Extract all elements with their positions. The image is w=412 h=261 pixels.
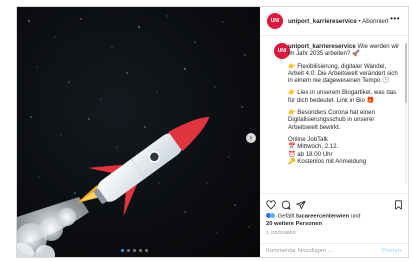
rocket-illustration (17, 15, 250, 257)
caption-paragraph: Online JobTalk 📅 Mittwoch, 2.12. ⏰ ab 18… (288, 136, 402, 165)
rocket (88, 116, 210, 217)
carousel-dot (127, 249, 130, 252)
account-name[interactable]: uniport_karriereservice (288, 18, 357, 25)
caption-text: uniport_karriereservice Wie werden wir i… (288, 43, 402, 170)
caption-account[interactable]: uniport_karriereservice (288, 43, 356, 50)
caption-line: ⏰ ab 18.00 Uhr (288, 150, 333, 158)
avatar-logo: UNI (277, 48, 287, 54)
like-heart-icon[interactable] (266, 200, 276, 210)
stars (28, 15, 250, 234)
comment-bar: Posten (260, 243, 408, 257)
post-image[interactable]: › (17, 7, 260, 257)
avatar-logo: UNI (270, 18, 280, 24)
follow-status[interactable]: Abonniert (362, 18, 389, 25)
chevron-right-icon: › (249, 133, 253, 142)
post-header-text: uniport_karriereservice • Abonniert (288, 18, 389, 25)
avatar[interactable]: UNI (267, 13, 283, 29)
post-timestamp[interactable]: 1. Dezember (266, 230, 296, 235)
likes-and: und (350, 213, 361, 220)
carousel-dot (145, 249, 148, 252)
caption-scrollbar[interactable] (405, 43, 407, 183)
more-options-icon[interactable]: ••• (390, 14, 400, 23)
caption-intro: uniport_karriereservice Wie werden wir i… (288, 43, 402, 58)
carousel-dot (121, 249, 124, 252)
comment-bubble-icon[interactable] (281, 200, 291, 210)
likes-prefix: Gefällt (277, 213, 295, 220)
post-sidebar: UNI uniport_karriereservice • Abonniert … (260, 7, 408, 257)
caption-area: UNI uniport_karriereservice Wie werden w… (260, 43, 408, 191)
carousel-dot (133, 249, 136, 252)
caption-paragraph: 👉 Besonders Corona hat einen Digitalisie… (288, 109, 375, 131)
carousel-dot (139, 249, 142, 252)
bookmark-icon[interactable] (394, 200, 403, 210)
action-bar (260, 193, 408, 214)
likes-others[interactable]: 20 weitere Personen (266, 221, 322, 227)
post-comment-button[interactable]: Posten (382, 248, 401, 254)
share-paper-plane-icon[interactable] (296, 200, 306, 210)
scrollbar-thumb[interactable] (405, 43, 407, 103)
caption-line: 🔑 Kostenlos mit Anmeldung (288, 157, 367, 165)
next-slide-button[interactable]: › (246, 133, 256, 143)
liker-name[interactable]: tucareercenterwien (296, 214, 349, 220)
comment-input[interactable] (266, 248, 376, 254)
post-header: UNI uniport_karriereservice • Abonniert … (260, 7, 408, 36)
caption-paragraph: 👉 Flexibilisierung, digitaler Wandel, Ar… (288, 62, 398, 85)
liker-avatar (270, 213, 275, 218)
caption-line: Online JobTalk (288, 135, 328, 143)
likes-summary: Gefällt tucareercenterwien und 20 weiter… (266, 213, 406, 228)
caption-paragraph: 👉 Lies in unserem Blogartikel, was das f… (288, 89, 397, 104)
smoke-trail (17, 197, 89, 257)
carousel-indicator (121, 249, 148, 252)
instagram-post: › UNI uniport_karriereservice • Abonnier… (16, 6, 409, 258)
caption-line: 📅 Mittwoch, 2.12. (288, 143, 339, 151)
